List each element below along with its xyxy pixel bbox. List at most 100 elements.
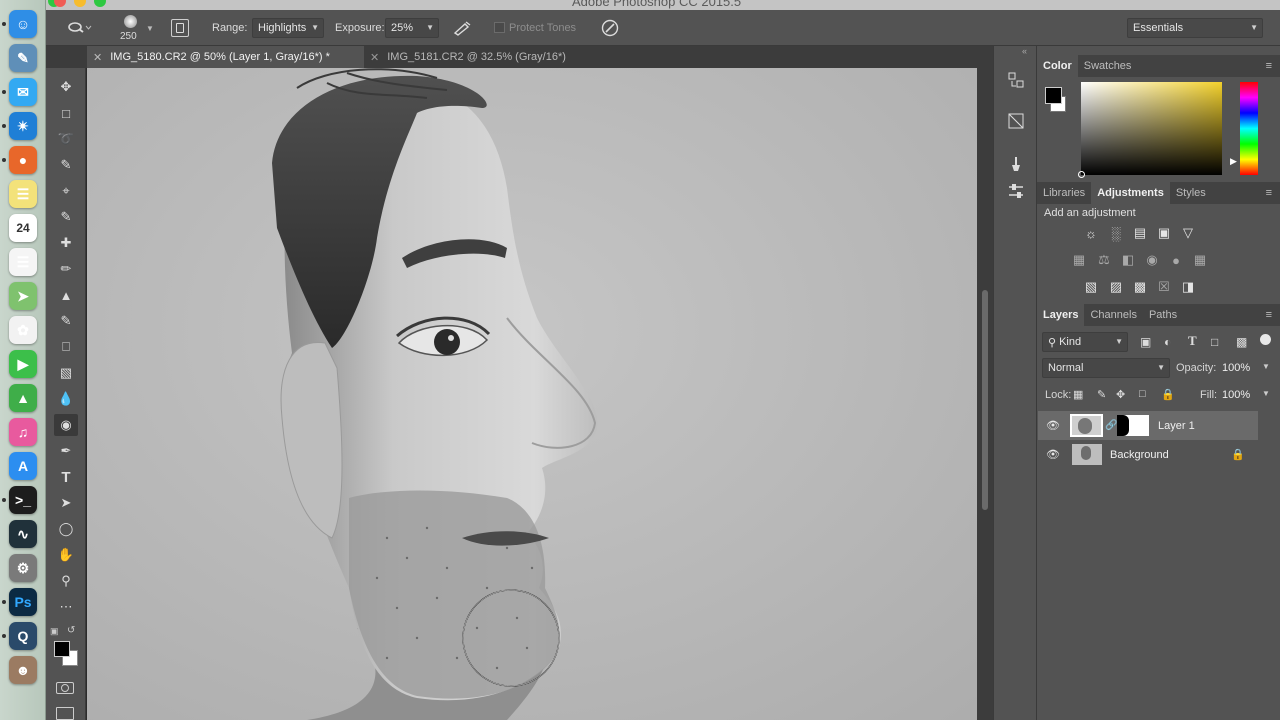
brush-tool-icon[interactable]: ✏ [54,258,78,280]
history-brush-tool-icon[interactable]: ✎ [54,310,78,332]
mask-link-icon[interactable]: 🔗 [1105,420,1117,431]
chevron-down-icon[interactable]: ▼ [1262,362,1270,371]
photos-icon[interactable]: ✿ [9,316,37,344]
path-select-tool-icon[interactable]: ➤ [54,492,78,514]
default-colors-icon[interactable]: ▣ [50,626,59,637]
photoshop-icon[interactable]: Ps [9,588,37,616]
vertical-scrollbar[interactable] [982,290,988,510]
hue-slider[interactable] [1240,82,1258,175]
chevron-down-icon[interactable]: ▼ [146,10,154,46]
selective-color-icon[interactable]: ☒ [1155,278,1173,296]
more-tools-icon[interactable]: ⋯ [54,596,78,618]
eyedropper-tool-icon[interactable]: ✎ [54,206,78,228]
reminders-icon[interactable]: ☰ [9,248,37,276]
filter-smart-object-icon[interactable]: ▩ [1236,335,1247,349]
posterize-icon[interactable]: ▨ [1107,278,1125,296]
curves-icon[interactable]: ▤ [1131,224,1149,242]
threshold-icon[interactable]: ▩ [1131,278,1149,296]
levels-icon[interactable]: ░ [1107,224,1125,242]
history-panel-icon[interactable] [1004,68,1028,92]
eraser-tool-icon[interactable]: ⎕ [54,336,78,358]
tab-styles[interactable]: Styles [1170,182,1212,204]
lock-all-icon[interactable]: 🔒 [1161,388,1175,401]
screen-mode-icon[interactable] [56,707,74,720]
messages-icon[interactable]: ✉ [9,78,37,106]
brightness-contrast-icon[interactable]: ☼ [1082,224,1100,242]
tool-preset-picker[interactable] [66,10,92,46]
filter-toggle-icon[interactable] [1260,334,1271,345]
marquee-tool-icon[interactable]: □ [54,102,78,124]
collapse-dock-icon[interactable]: « [1022,46,1027,56]
close-tab-icon[interactable]: ✕ [93,51,102,64]
system-preferences-icon[interactable]: ⚙ [9,554,37,582]
tab-color[interactable]: Color [1037,55,1078,77]
numbers-icon[interactable]: ▲ [9,384,37,412]
brush-panel-toggle-icon[interactable] [171,19,189,37]
tab-libraries[interactable]: Libraries [1037,182,1091,204]
brush-size-picker[interactable]: 250 [118,13,142,45]
lock-pixels-icon[interactable]: ✎ [1097,388,1106,401]
blur-tool-icon[interactable]: 💧 [54,388,78,410]
ellipse-tool-icon[interactable]: ◯ [54,518,78,540]
calendar-icon[interactable]: 24 [9,214,37,242]
visibility-eye-icon[interactable]: 👁 [1046,419,1060,432]
filter-shape-icon[interactable]: □ [1211,335,1218,349]
channel-mixer-icon[interactable]: ● [1167,251,1185,269]
workspace-switcher[interactable]: Essentials ▼ [1127,18,1263,38]
itunes-icon[interactable]: ♫ [9,418,37,446]
notes-icon[interactable]: ☰ [9,180,37,208]
quick-select-tool-icon[interactable]: ✎ [54,154,78,176]
tab-adjustments[interactable]: Adjustments [1091,182,1170,204]
protect-tones-checkbox[interactable] [494,22,505,33]
firefox-icon[interactable]: ● [9,146,37,174]
exposure-field[interactable]: 25% ▼ [385,18,439,38]
document-tab-active[interactable]: ✕ IMG_5180.CR2 @ 50% (Layer 1, Gray/16*)… [87,46,364,68]
pressure-size-icon[interactable] [600,10,620,46]
visibility-eye-icon[interactable]: 👁 [1046,448,1060,461]
color-picker-field[interactable] [1078,82,1222,178]
app-store-icon[interactable]: A [9,452,37,480]
finder-icon[interactable]: ☺ [9,10,37,38]
filter-pixel-icon[interactable]: ▣ [1140,335,1151,349]
range-select[interactable]: Highlights ▼ [252,18,324,38]
foreground-color-swatch-top[interactable] [54,641,70,657]
tab-layers[interactable]: Layers [1037,304,1085,326]
panel-menu-icon[interactable]: ≡ [1266,60,1272,72]
tab-paths[interactable]: Paths [1143,304,1183,326]
terminal-icon[interactable]: >_ [9,486,37,514]
layer-filter-select[interactable]: ⚲ Kind ▼ [1042,332,1128,352]
filter-adjustment-icon[interactable]: ◐ [1164,335,1171,349]
crop-tool-icon[interactable]: ⌖ [54,180,78,202]
lock-artboard-icon[interactable]: □ [1139,388,1146,400]
opacity-value[interactable]: 100% [1222,362,1250,374]
properties-panel-icon[interactable] [1004,109,1028,133]
panel-menu-icon[interactable]: ≡ [1266,187,1272,199]
clone-stamp-tool-icon[interactable]: ▲ [54,284,78,306]
layer-row-background[interactable]: 👁 Background 🔒 [1038,440,1258,469]
document-canvas[interactable] [87,68,977,720]
hue-saturation-icon[interactable]: ▦ [1070,251,1088,269]
safari-icon[interactable]: ✴ [9,112,37,140]
chevron-down-icon[interactable]: ▼ [1262,389,1270,398]
adjustment-sliders-icon[interactable] [1004,179,1028,203]
vibrance-icon[interactable]: ▽ [1179,224,1197,242]
quicktime-icon[interactable]: Q [9,622,37,650]
tab-channels[interactable]: Channels [1084,304,1142,326]
gradient-map-icon[interactable]: ◨ [1179,278,1197,296]
invert-icon[interactable]: ▧ [1082,278,1100,296]
fill-value[interactable]: 100% [1222,389,1250,401]
pen-tool-icon[interactable]: ✒ [54,440,78,462]
hand-tool-icon[interactable]: ✋ [54,544,78,566]
airbrush-icon[interactable] [452,10,472,46]
close-tab-icon[interactable]: ✕ [370,51,379,64]
filter-type-icon[interactable]: T [1188,333,1197,349]
lasso-tool-icon[interactable]: ➰ [54,128,78,150]
blend-mode-select[interactable]: Normal ▼ [1042,358,1170,378]
photo-filter-icon[interactable]: ◉ [1143,251,1161,269]
tab-swatches[interactable]: Swatches [1078,55,1138,77]
type-tool-icon[interactable]: T [54,466,78,488]
black-white-icon[interactable]: ◧ [1119,251,1137,269]
facetime-icon[interactable]: ▶ [9,350,37,378]
healing-brush-tool-icon[interactable]: ✚ [54,232,78,254]
layer-row-layer-1[interactable]: 👁 🔗 Layer 1 [1038,411,1258,440]
